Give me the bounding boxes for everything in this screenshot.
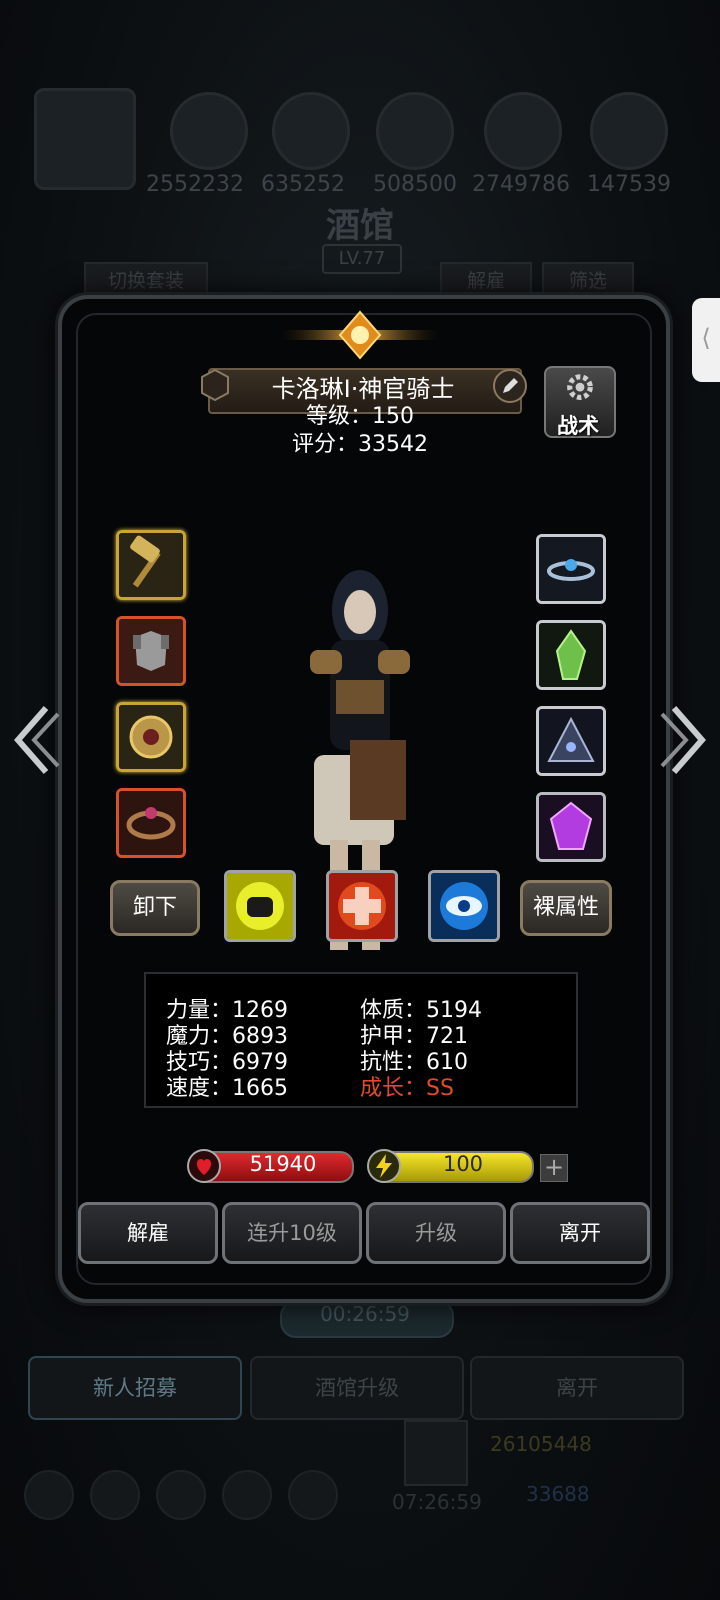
unequip-button[interactable]: 卸下 xyxy=(110,880,200,936)
stat-growth: 成长：SS xyxy=(360,1076,454,1101)
tavern-leave-button: 离开 xyxy=(470,1356,684,1420)
resource-crystal-icon xyxy=(484,92,562,170)
prev-hero-arrow-icon[interactable] xyxy=(12,700,60,780)
resource-value: 2749786 xyxy=(472,172,570,197)
resource-value: 635252 xyxy=(261,172,345,197)
relic-slot[interactable] xyxy=(536,706,606,776)
tiara-icon xyxy=(539,537,603,601)
leave-button[interactable]: 离开 xyxy=(510,1202,650,1264)
fist-icon xyxy=(227,873,293,939)
tactic-label: 战术 xyxy=(557,414,599,438)
resource-value: 147539 xyxy=(587,172,671,197)
stat-speed: 速度：1665 xyxy=(166,1076,288,1101)
resource-wood-icon xyxy=(272,92,350,170)
bare-attributes-button[interactable]: 裸属性 xyxy=(520,880,612,936)
add-energy-plus-icon[interactable]: + xyxy=(540,1154,568,1182)
green-crystal-icon xyxy=(539,623,603,687)
gem-amount: 33688 xyxy=(526,1482,590,1506)
timer-text: 00:26:59 xyxy=(320,1302,410,1326)
menu-icon xyxy=(156,1470,206,1520)
bracelet-slot[interactable] xyxy=(116,788,186,858)
resource-value: 2552232 xyxy=(146,172,244,197)
skill-slot-2[interactable] xyxy=(326,870,398,942)
menu-icon xyxy=(288,1470,338,1520)
tavern-upgrade-button: 酒馆升级 xyxy=(250,1356,464,1420)
sun-emblem-icon xyxy=(280,310,440,360)
resource-orange-icon xyxy=(170,92,248,170)
level-up-button[interactable]: 升级 xyxy=(366,1202,506,1264)
tavern-level: LV.77 xyxy=(322,244,402,274)
chevron-left-icon: ⟨ xyxy=(701,324,711,352)
pyramid-icon xyxy=(539,709,603,773)
skill-slot-3[interactable] xyxy=(428,870,500,942)
eye-icon xyxy=(431,873,497,939)
purple-gem-icon xyxy=(539,795,603,859)
bottom-timer: 07:26:59 xyxy=(392,1490,482,1514)
armor-slot[interactable] xyxy=(116,616,186,686)
weapon-slot[interactable] xyxy=(116,530,186,600)
medallion-icon xyxy=(119,705,183,769)
recruit-button: 新人招募 xyxy=(28,1356,242,1420)
heal-cross-icon xyxy=(329,873,395,939)
menu-icon xyxy=(222,1470,272,1520)
menu-icon xyxy=(90,1470,140,1520)
armor-icon xyxy=(119,619,183,683)
gift-icon xyxy=(404,1420,468,1486)
amulet-slot[interactable] xyxy=(116,702,186,772)
crown-slot[interactable] xyxy=(536,534,606,604)
hero-portrait-icon xyxy=(34,88,136,190)
skill-slot-1[interactable] xyxy=(224,870,296,942)
soul-gem-slot[interactable] xyxy=(536,792,606,862)
gem-slot[interactable] xyxy=(536,620,606,690)
hammer-icon xyxy=(119,533,183,597)
resource-stone-icon xyxy=(376,92,454,170)
tavern-title: 酒馆 xyxy=(326,206,394,246)
resource-value: 508500 xyxy=(373,172,457,197)
side-drawer-tab[interactable]: ⟨ xyxy=(692,298,720,382)
menu-icon xyxy=(24,1470,74,1520)
dismiss-button[interactable]: 解雇 xyxy=(78,1202,218,1264)
bracelet-icon xyxy=(119,791,183,855)
gold-amount: 26105448 xyxy=(490,1432,592,1456)
energy-value: 100 xyxy=(442,1152,484,1176)
hp-value: 51940 xyxy=(249,1152,317,1176)
next-hero-arrow-icon[interactable] xyxy=(660,700,708,780)
resource-metal-icon xyxy=(590,92,668,170)
level-up-10-button[interactable]: 连升10级 xyxy=(222,1202,362,1264)
